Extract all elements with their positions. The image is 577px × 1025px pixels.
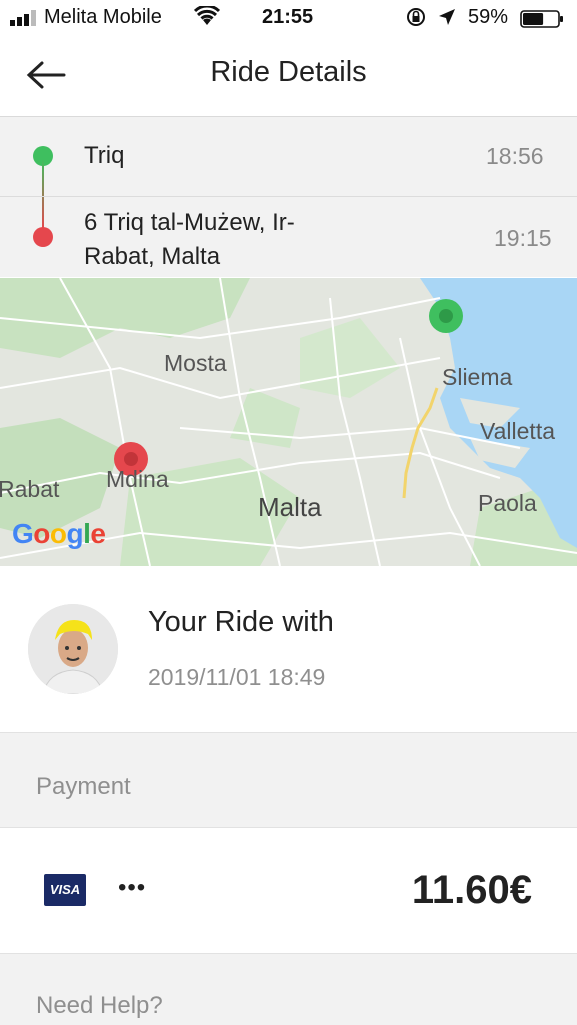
ride-info: Your Ride with 2019/11/01 18:49: [0, 566, 577, 733]
battery-icon: [520, 10, 563, 28]
ride-title: Your Ride with: [148, 606, 334, 638]
driver-avatar-icon: [28, 604, 118, 694]
map-label-rabat: Rabat: [0, 476, 60, 502]
battery-percent: 59%: [468, 6, 509, 28]
status-time: 21:55: [262, 6, 314, 28]
avatar: [28, 604, 118, 694]
pickup-time: 18:56: [486, 143, 544, 169]
ride-date: 2019/11/01 18:49: [148, 664, 326, 690]
signal-icon: [10, 10, 36, 26]
carrier-name: Melita Mobile: [44, 6, 162, 28]
dropoff-time: 19:15: [494, 225, 552, 251]
header: Ride Details: [0, 38, 577, 117]
map-label-mosta: Mosta: [164, 350, 227, 376]
map-label-sliema: Sliema: [442, 364, 513, 390]
map-label-mdina: Mdina: [106, 466, 169, 492]
location-arrow-icon: [439, 9, 455, 25]
pickup-address: Triq: [84, 142, 125, 169]
route-map[interactable]: Mosta Sliema Valletta Rabat Mdina Malta …: [0, 278, 577, 566]
route-divider: [0, 196, 577, 197]
need-help-label: Need Help?: [36, 992, 163, 1019]
wifi-icon: [194, 6, 220, 25]
map-label-malta: Malta: [258, 492, 322, 522]
dropoff-address-line1: 6 Triq tal-Mużew, Ir-: [84, 209, 295, 236]
payment-section-header: Payment: [0, 733, 577, 828]
help-section[interactable]: Need Help?: [0, 953, 577, 1025]
google-logo: Google: [12, 518, 106, 549]
route-summary: Triq 18:56 6 Triq tal-Mużew, Ir- Rabat, …: [0, 117, 577, 277]
route-line: [42, 159, 44, 229]
page-title: Ride Details: [210, 56, 367, 88]
ride-amount: 11.60€: [411, 868, 532, 912]
map-label-paola: Paola: [478, 490, 537, 516]
dropoff-dot-icon: [33, 227, 53, 247]
payment-label: Payment: [36, 773, 131, 800]
rotation-lock-icon: [407, 8, 425, 26]
payment-row[interactable]: VISA ••• 11.60€: [0, 828, 577, 952]
map-label-valletta: Valletta: [480, 418, 556, 444]
dropoff-address-line2: Rabat, Malta: [84, 243, 221, 270]
status-bar: Melita Mobile 21:55 59%: [0, 0, 577, 38]
